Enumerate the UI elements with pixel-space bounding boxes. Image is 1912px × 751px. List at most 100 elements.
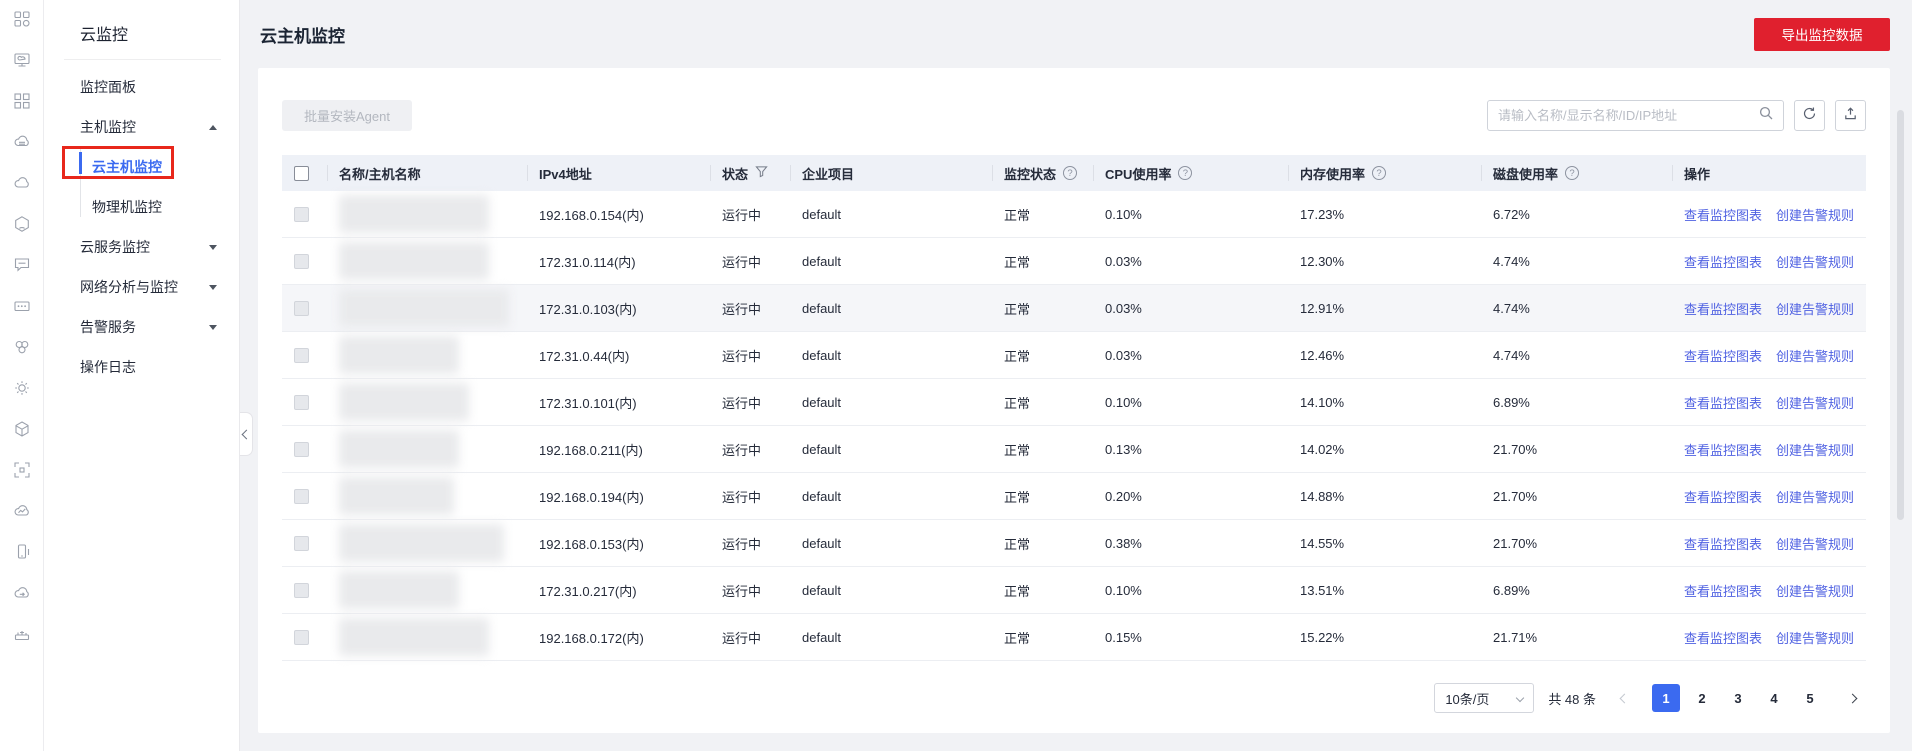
create-alarm-rule-link[interactable]: 创建告警规则 bbox=[1776, 252, 1854, 271]
chat-icon[interactable] bbox=[13, 256, 31, 274]
page-number-3[interactable]: 3 bbox=[1724, 684, 1752, 712]
col-header-actions: 操作 bbox=[1672, 155, 1866, 191]
refresh-button[interactable] bbox=[1794, 100, 1825, 131]
sidebar-item-cloud-service-monitoring[interactable]: 云服务监控 bbox=[44, 227, 239, 267]
row-checkbox[interactable] bbox=[294, 441, 309, 457]
filter-funnel-icon[interactable] bbox=[755, 165, 768, 181]
row-checkbox[interactable] bbox=[294, 347, 309, 363]
sidebar-item-alarm-service[interactable]: 告警服务 bbox=[44, 307, 239, 347]
disk-usage-cell: 21.70% bbox=[1493, 441, 1538, 457]
sidebar-item-cloud-host-monitoring[interactable]: 云主机监控 bbox=[44, 147, 239, 187]
create-alarm-rule-link[interactable]: 创建告警规则 bbox=[1776, 581, 1854, 600]
create-alarm-rule-link[interactable]: 创建告警规则 bbox=[1776, 393, 1854, 412]
grid-icon[interactable] bbox=[13, 92, 31, 110]
row-checkbox[interactable] bbox=[294, 582, 309, 598]
page-number-5[interactable]: 5 bbox=[1796, 684, 1824, 712]
frame-icon[interactable] bbox=[13, 461, 31, 479]
sidebar-item-physical-host-monitoring[interactable]: 物理机监控 bbox=[44, 187, 239, 227]
view-monitor-charts-link[interactable]: 查看监控图表 bbox=[1684, 581, 1762, 600]
create-alarm-rule-link[interactable]: 创建告警规则 bbox=[1776, 534, 1854, 553]
page-number-4[interactable]: 4 bbox=[1760, 684, 1788, 712]
next-page-button[interactable] bbox=[1838, 684, 1866, 712]
view-monitor-charts-link[interactable]: 查看监控图表 bbox=[1684, 440, 1762, 459]
view-monitor-charts-link[interactable]: 查看监控图表 bbox=[1684, 534, 1762, 553]
page-number-1[interactable]: 1 bbox=[1652, 684, 1680, 712]
row-checkbox[interactable] bbox=[294, 206, 309, 222]
row-checkbox-cell bbox=[282, 441, 327, 457]
help-icon[interactable]: ? bbox=[1178, 166, 1193, 180]
memory-usage-cell: 13.51% bbox=[1300, 582, 1345, 598]
actions-cell: 查看监控图表 创建告警规则 bbox=[1672, 628, 1866, 647]
upload-icon bbox=[1843, 106, 1858, 126]
row-checkbox[interactable] bbox=[294, 488, 309, 504]
select-all-checkbox[interactable] bbox=[294, 165, 309, 181]
create-alarm-rule-link[interactable]: 创建告警规则 bbox=[1776, 487, 1854, 506]
table-row: 172.31.0.101(内) 运行中 default 正常 0.10% 14.10% 6.… bbox=[282, 379, 1866, 426]
search-input[interactable] bbox=[1498, 108, 1759, 123]
cloud-icon[interactable] bbox=[13, 174, 31, 192]
hexagon-icon[interactable] bbox=[13, 215, 31, 233]
sidebar-item-host-monitoring[interactable]: 主机监控 bbox=[44, 107, 239, 147]
card-icon[interactable] bbox=[13, 297, 31, 315]
sidebar-item-operation-log[interactable]: 操作日志 bbox=[44, 347, 239, 387]
create-alarm-rule-link[interactable]: 创建告警规则 bbox=[1776, 628, 1854, 647]
export-monitor-data-button[interactable]: 导出监控数据 bbox=[1754, 17, 1890, 51]
row-checkbox[interactable] bbox=[294, 394, 309, 410]
view-monitor-charts-link[interactable]: 查看监控图表 bbox=[1684, 299, 1762, 318]
cpu-usage-cell: 0.10% bbox=[1105, 206, 1142, 222]
dock-icon[interactable] bbox=[13, 625, 31, 643]
create-alarm-rule-link[interactable]: 创建告警规则 bbox=[1776, 346, 1854, 365]
actions-cell: 查看监控图表 创建告警规则 bbox=[1672, 299, 1866, 318]
sidebar-collapse-handle[interactable] bbox=[240, 412, 253, 456]
create-alarm-rule-link[interactable]: 创建告警规则 bbox=[1776, 440, 1854, 459]
sidebar-item-network-analysis[interactable]: 网络分析与监控 bbox=[44, 267, 239, 307]
row-checkbox-cell bbox=[282, 347, 327, 363]
project-cell: default bbox=[802, 253, 842, 269]
create-alarm-rule-link[interactable]: 创建告警规则 bbox=[1776, 205, 1854, 224]
memory-usage-cell: 12.46% bbox=[1300, 347, 1345, 363]
table-row: 172.31.0.217(内) 运行中 default 正常 0.10% 13.51% 6.… bbox=[282, 567, 1866, 614]
view-monitor-charts-link[interactable]: 查看监控图表 bbox=[1684, 393, 1762, 412]
view-monitor-charts-link[interactable]: 查看监控图表 bbox=[1684, 487, 1762, 506]
cpu-usage-cell: 0.03% bbox=[1105, 300, 1142, 316]
monitor-status-cell: 正常 bbox=[1004, 301, 1031, 317]
apps-icon[interactable] bbox=[13, 10, 31, 28]
monitor-icon[interactable] bbox=[13, 51, 31, 69]
row-checkbox[interactable] bbox=[294, 253, 309, 269]
help-icon[interactable]: ? bbox=[1565, 166, 1580, 180]
view-monitor-charts-link[interactable]: 查看监控图表 bbox=[1684, 205, 1762, 224]
table-row: 192.168.0.153(内) 运行中 default 正常 0.38% 14.55% 2… bbox=[282, 520, 1866, 567]
page-size-select[interactable]: 10条/页 bbox=[1434, 683, 1535, 713]
icon-rail bbox=[0, 0, 44, 751]
col-header-ip: IPv4地址 bbox=[527, 155, 710, 191]
cpu-usage-cell: 0.20% bbox=[1105, 488, 1142, 504]
row-checkbox[interactable] bbox=[294, 535, 309, 551]
actions-cell: 查看监控图表 创建告警规则 bbox=[1672, 252, 1866, 271]
table-row: 192.168.0.194(内) 运行中 default 正常 0.20% 14.88% 2… bbox=[282, 473, 1866, 520]
view-monitor-charts-link[interactable]: 查看监控图表 bbox=[1684, 628, 1762, 647]
batch-install-agent-button[interactable]: 批量安装Agent bbox=[282, 100, 412, 131]
status-cell: 运行中 bbox=[722, 442, 762, 458]
sidebar-item-dashboard[interactable]: 监控面板 bbox=[44, 67, 239, 107]
cloud-chart-icon[interactable] bbox=[13, 502, 31, 520]
row-checkbox[interactable] bbox=[294, 629, 309, 645]
help-icon[interactable]: ? bbox=[1063, 166, 1078, 180]
prev-page-button[interactable] bbox=[1610, 684, 1638, 712]
export-table-button[interactable] bbox=[1835, 100, 1866, 131]
search-icon[interactable] bbox=[1759, 106, 1773, 125]
view-monitor-charts-link[interactable]: 查看监控图表 bbox=[1684, 252, 1762, 271]
cloud-server-icon[interactable] bbox=[13, 133, 31, 151]
row-checkbox[interactable] bbox=[294, 300, 309, 316]
view-monitor-charts-link[interactable]: 查看监控图表 bbox=[1684, 346, 1762, 365]
page-scrollbar-thumb[interactable] bbox=[1897, 110, 1904, 520]
cloud-sync-icon[interactable] bbox=[13, 584, 31, 602]
host-name-redacted bbox=[339, 242, 489, 280]
create-alarm-rule-link[interactable]: 创建告警规则 bbox=[1776, 299, 1854, 318]
cluster-icon[interactable] bbox=[13, 338, 31, 356]
page-number-2[interactable]: 2 bbox=[1688, 684, 1716, 712]
gear-icon[interactable] bbox=[13, 379, 31, 397]
cube-icon[interactable] bbox=[13, 420, 31, 438]
host-name-cell bbox=[327, 289, 527, 327]
phone-icon[interactable] bbox=[13, 543, 31, 561]
help-icon[interactable]: ? bbox=[1372, 166, 1387, 180]
